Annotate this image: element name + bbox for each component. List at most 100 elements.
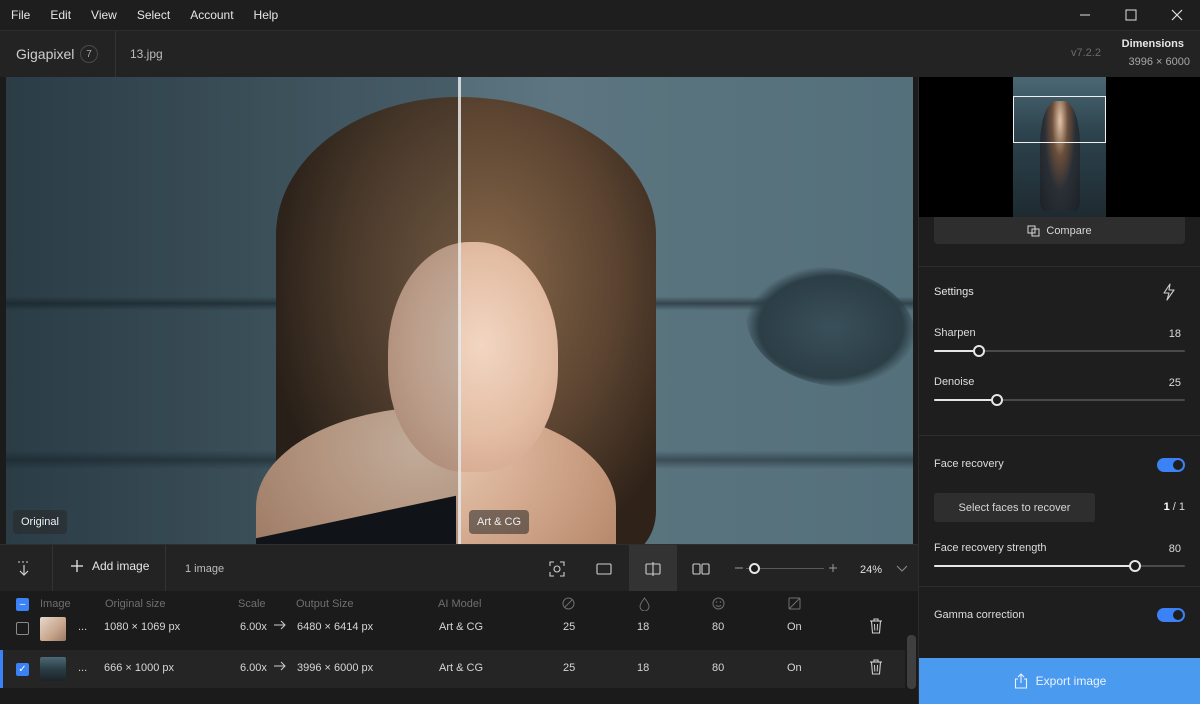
face-value: 80 [712,621,725,633]
ai-model: Art & CG [439,621,484,633]
sharpen-slider-handle[interactable] [973,345,985,357]
output-size: 6480 × 6414 px [297,621,374,633]
face-value: 80 [712,662,725,674]
compare-icon [1027,225,1040,236]
zoom-out-icon[interactable] [733,562,745,574]
output-size: 3996 × 6000 px [297,662,374,674]
denoise-slider[interactable] [934,394,1185,406]
export-label: Export image [1035,674,1107,688]
table-scrollbar[interactable] [907,635,916,689]
close-icon [1171,9,1183,21]
split-view-icon [645,561,661,576]
compare-label: Compare [1046,224,1092,237]
zoom-in-icon[interactable] [827,562,839,574]
gamma-value: On [787,662,802,674]
maximize-icon [1125,9,1137,21]
close-button[interactable] [1154,0,1200,30]
row-thumbnail [40,657,66,681]
add-image-label: Add image [92,559,150,573]
chevron-down-icon[interactable] [895,563,909,575]
table-row[interactable]: ... 1080 × 1069 px 6.00x 6480 × 6414 px … [0,609,905,647]
face-strength-slider[interactable] [934,560,1185,572]
arrow-right-icon [273,660,287,675]
navigator-preview[interactable] [919,77,1200,217]
face-frame-icon [549,560,565,577]
original-label: Original [13,510,67,534]
denoise-value: 18 [637,662,650,674]
select-faces-button[interactable]: Select faces to recover [934,493,1095,522]
window-controls [1062,0,1200,30]
scale: 6.00x [240,621,267,633]
download-icon[interactable] [14,559,34,579]
menu-view[interactable]: View [80,0,126,30]
minimize-icon [1080,14,1090,16]
gamma-correction-toggle[interactable] [1157,608,1185,622]
app-version: v7.2.2 [1071,47,1101,59]
toolbar-divider [165,545,166,592]
original-size: 1080 × 1069 px [104,621,181,633]
menu-select[interactable]: Select [126,0,179,30]
denoise-value: 25 [1168,377,1181,389]
sharpen-value: 25 [563,621,576,633]
side-by-side-button[interactable] [677,545,725,592]
faces-count: 1 / 1 [1164,501,1185,513]
export-icon [1014,673,1027,689]
navigator-viewport[interactable] [1013,96,1106,143]
viewer-toolbar: Add image 1 image 24% [0,544,918,592]
arrow-right-icon [273,619,287,634]
model-label: Art & CG [469,510,530,534]
single-view-button[interactable] [580,545,628,592]
row-checkbox[interactable]: ✓ [16,663,29,676]
dimensions-value: 3996 × 6000 [1128,56,1190,68]
minimize-button[interactable] [1062,0,1108,30]
face-recovery-label: Face recovery [934,458,1004,470]
zoom-slider-handle[interactable] [749,563,760,574]
version-badge: 7 [80,45,98,63]
compare-split-handle[interactable] [458,77,461,544]
menu-edit[interactable]: Edit [39,0,80,30]
original-side-overlay [6,77,459,544]
faces-selected: 1 [1163,501,1170,513]
face-strength-slider-handle[interactable] [1129,560,1141,572]
denoise-value: 18 [637,621,650,633]
toolbar-divider [52,545,53,592]
zoom-value[interactable]: 24% [860,564,882,576]
gamma-correction-label: Gamma correction [934,609,1025,621]
menu-help[interactable]: Help [243,0,288,30]
face-strength-label: Face recovery strength [934,542,1047,554]
sharpen-value: 18 [1168,328,1181,340]
add-image-button[interactable]: Add image [70,559,149,573]
sharpen-value: 25 [563,662,576,674]
lightning-icon[interactable] [1161,283,1177,304]
sharpen-label: Sharpen [934,327,976,339]
sharpen-slider[interactable] [934,345,1185,357]
app-brand: Gigapixel [16,46,75,62]
split-view-button[interactable] [629,545,677,592]
row-menu[interactable]: ... [78,621,87,633]
menu-file[interactable]: File [0,0,39,30]
row-checkbox[interactable] [16,622,29,635]
face-recovery-toggle[interactable] [1157,458,1185,472]
file-name: 13.jpg [130,47,163,61]
row-thumbnail [40,617,66,641]
denoise-slider-handle[interactable] [991,394,1003,406]
trash-icon[interactable] [869,618,883,637]
menu-account[interactable]: Account [179,0,242,30]
row-menu[interactable]: ... [78,662,87,674]
maximize-button[interactable] [1108,0,1154,30]
export-image-button[interactable]: Export image [919,658,1200,704]
section-divider [919,266,1200,267]
compare-button[interactable]: Compare [934,217,1185,244]
gamma-value: On [787,621,802,633]
image-viewer[interactable]: Original Art & CG [6,77,913,544]
table-row[interactable]: ✓ ... 666 × 1000 px 6.00x 3996 × 6000 px… [0,650,905,688]
trash-icon[interactable] [869,659,883,678]
menu-bar: File Edit View Select Account Help [0,0,1200,30]
settings-panel: Compare Settings Sharpen 18 Denoise 25 F… [918,77,1200,704]
face-select-button[interactable] [533,545,581,592]
face-strength-value: 80 [1168,543,1181,555]
section-divider [919,586,1200,587]
section-divider [919,435,1200,436]
image-table: – Image Original size Scale Output Size … [0,591,918,704]
denoise-label: Denoise [934,376,975,388]
